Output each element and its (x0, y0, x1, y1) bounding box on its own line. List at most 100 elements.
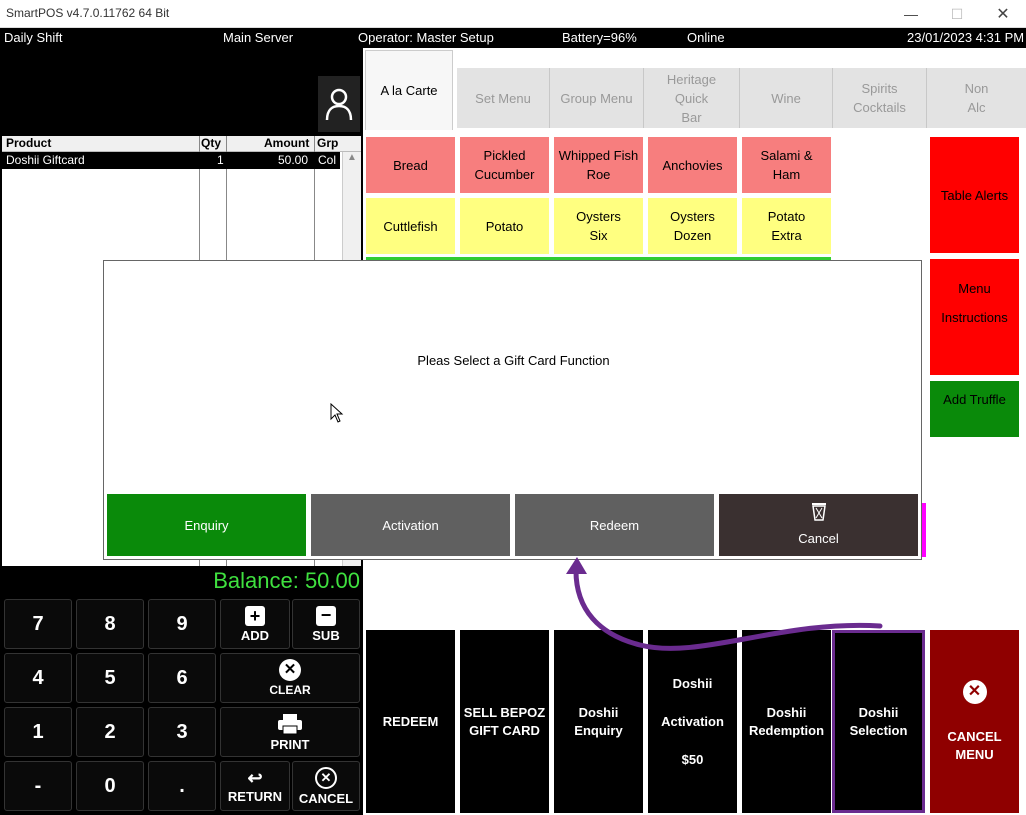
sub-label: SUB (312, 627, 340, 643)
redeem-function-button[interactable]: REDEEM (366, 630, 455, 813)
dialog-message: Pleas Select a Gift Card Function (417, 353, 610, 368)
clear-button[interactable]: ✕ CLEAR (220, 653, 360, 703)
keypad-cancel-button[interactable]: ✕ CANCEL (292, 761, 360, 811)
key-dot[interactable]: . (148, 761, 216, 811)
add-label: ADD (240, 627, 270, 643)
doshii-activation-button[interactable]: Doshii Activation $50 (648, 630, 737, 813)
trash-icon (811, 503, 826, 521)
redemption-label-2: Redemption (748, 722, 825, 738)
enquiry-label-1: Doshii (578, 704, 619, 720)
menu-instructions-label-1: Menu (958, 281, 991, 296)
tab-group-menu[interactable]: Group Menu (550, 68, 644, 128)
doshii-redemption-button[interactable]: Doshii Redemption (742, 630, 831, 813)
cancel-menu-label-1: CANCEL (947, 728, 1002, 744)
table-alerts-button[interactable]: Table Alerts (930, 137, 1019, 253)
key-7[interactable]: 7 (4, 599, 72, 649)
clear-label: CLEAR (269, 683, 311, 697)
add-button[interactable]: + ADD (220, 599, 290, 649)
table-row[interactable]: Doshii Giftcard 1 50.00 Col (2, 152, 340, 169)
enquiry-label-2: Enquiry (574, 722, 623, 738)
tab-set-menu[interactable]: Set Menu (457, 68, 550, 128)
user-icon (325, 88, 353, 121)
menu-tabs: A la Carte Set Menu Group Menu Heritage … (363, 48, 1026, 132)
header-grp: Grp (317, 136, 339, 150)
hidden-button-edge (922, 503, 926, 557)
tab-wine[interactable]: Wine (740, 68, 833, 128)
menu-item-salami-ham[interactable]: Salami & Ham (742, 137, 831, 193)
sell-label-2: GIFT CARD (469, 722, 540, 738)
cancel-menu-button[interactable]: ✕ CANCEL MENU (930, 630, 1019, 813)
print-label: PRINT (270, 736, 310, 752)
tab-non-alc[interactable]: Non Alc (927, 68, 1026, 128)
key-4[interactable]: 4 (4, 653, 72, 703)
key-minus[interactable]: - (4, 761, 72, 811)
cancel-button[interactable]: Cancel (719, 494, 918, 556)
plus-icon: + (245, 605, 265, 626)
minus-icon: − (316, 605, 336, 626)
tab-a-la-carte[interactable]: A la Carte (365, 50, 453, 130)
menu-item-whipped-fish-roe[interactable]: Whipped Fish Roe (554, 137, 643, 193)
menu-instructions-label-2: Instructions (941, 310, 1008, 325)
key-3[interactable]: 3 (148, 707, 216, 757)
add-truffle-button[interactable]: Add Truffle (930, 381, 1019, 437)
activation-label-1: Doshii (672, 675, 713, 691)
printer-icon (278, 713, 302, 734)
menu-item-oysters-dozen[interactable]: Oysters Dozen (648, 198, 737, 254)
tab-spirits-cocktails[interactable]: Spirits Cocktails (833, 68, 927, 128)
key-1[interactable]: 1 (4, 707, 72, 757)
sell-gift-card-button[interactable]: SELL BEPOZ GIFT CARD (460, 630, 549, 813)
print-button[interactable]: PRINT (220, 707, 360, 757)
mouse-cursor-icon (330, 403, 344, 423)
selection-label-1: Doshii (858, 704, 899, 720)
scroll-up-icon[interactable]: ▲ (343, 152, 361, 163)
key-0[interactable]: 0 (76, 761, 144, 811)
doshii-selection-button[interactable]: Doshii Selection (832, 630, 925, 813)
header-qty: Qty (201, 136, 222, 150)
menu-item-bread[interactable]: Bread (366, 137, 455, 193)
connection-label: Online (687, 30, 725, 45)
keypad-cancel-label: CANCEL (298, 790, 354, 806)
cancel-menu-icon: ✕ (962, 679, 987, 704)
activation-button[interactable]: Activation (311, 494, 510, 556)
close-icon[interactable]: ✕ (980, 0, 1026, 28)
clear-icon: ✕ (279, 659, 301, 681)
menu-item-cuttlefish[interactable]: Cuttlefish (366, 198, 455, 254)
return-label: RETURN (227, 788, 283, 804)
menu-item-potato[interactable]: Potato (460, 198, 549, 254)
operator-label: Operator: Master Setup (358, 30, 494, 45)
window-title: SmartPOS v4.7.0.11762 64 Bit (6, 6, 170, 20)
battery-label: Battery=96% (562, 30, 637, 45)
menu-item-potato-extra[interactable]: Potato Extra (742, 198, 831, 254)
key-6[interactable]: 6 (148, 653, 216, 703)
status-bar: Daily Shift Main Server Operator: Master… (0, 28, 1026, 48)
row-qty: 1 (217, 153, 224, 167)
sub-button[interactable]: − SUB (292, 599, 360, 649)
menu-instructions-button[interactable]: Menu Instructions (930, 259, 1019, 375)
row-amount: 50.00 (278, 153, 309, 167)
menu-item-pickled-cucumber[interactable]: Pickled Cucumber (460, 137, 549, 193)
menu-item-anchovies[interactable]: Anchovies (648, 137, 737, 193)
tab-heritage-quick-bar[interactable]: Heritage Quick Bar (644, 68, 740, 128)
datetime-label: 23/01/2023 4:31 PM (907, 30, 1025, 45)
menu-item-oysters-six[interactable]: Oysters Six (554, 198, 643, 254)
key-9[interactable]: 9 (148, 599, 216, 649)
redeem-button[interactable]: Redeem (515, 494, 714, 556)
maximize-icon[interactable]: ☐ (934, 0, 980, 28)
key-2[interactable]: 2 (76, 707, 144, 757)
cancel-menu-label-2: MENU (955, 746, 994, 762)
key-5[interactable]: 5 (76, 653, 144, 703)
operator-button[interactable] (318, 76, 360, 132)
minimize-icon[interactable]: — (888, 0, 934, 28)
server-label: Main Server (223, 30, 294, 45)
shift-label: Daily Shift (4, 30, 63, 45)
return-button[interactable]: ↩ RETURN (220, 761, 290, 811)
cancel-icon: ✕ (315, 766, 337, 789)
enquiry-button[interactable]: Enquiry (107, 494, 306, 556)
row-product: Doshii Giftcard (6, 153, 85, 167)
doshii-enquiry-button[interactable]: Doshii Enquiry (554, 630, 643, 813)
selection-label-2: Selection (849, 722, 908, 738)
key-8[interactable]: 8 (76, 599, 144, 649)
activation-label-2: Activation (661, 713, 724, 729)
cancel-button-label: Cancel (798, 531, 839, 546)
row-grp: Col (318, 153, 337, 167)
